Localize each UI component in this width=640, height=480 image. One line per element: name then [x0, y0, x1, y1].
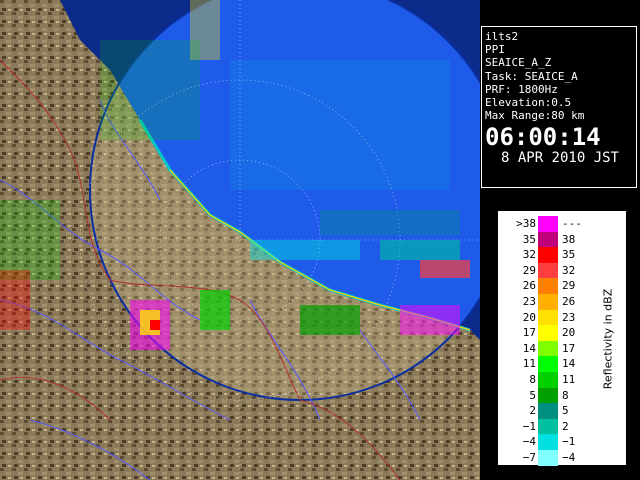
legend-low-value: −7 — [522, 450, 536, 464]
legend-row: 20 23 — [506, 309, 594, 326]
legend-rows: >38 --- 35 38 32 35 29 32 26 29 23 26 20 23 17 20 14 17 11… — [506, 216, 594, 466]
legend-low-value: −4 — [522, 435, 536, 449]
legend-color-swatch — [538, 325, 558, 341]
legend-high-value: −1 — [562, 435, 576, 449]
legend-high-value: 38 — [562, 232, 576, 246]
legend-low-value: −1 — [522, 419, 536, 433]
legend-high-value: 29 — [562, 279, 576, 293]
legend-color-swatch — [538, 278, 558, 294]
scan-date: 8 APR 2010 JST — [500, 150, 619, 167]
legend-high-value: 5 — [562, 404, 569, 418]
prf-value: PRF: 1800Hz — [485, 82, 558, 96]
legend-row: 8 11 — [506, 371, 594, 388]
legend-low-value: 8 — [529, 372, 536, 386]
station-name: ilts2 — [485, 30, 519, 43]
legend-low-value: 17 — [522, 326, 536, 340]
legend-color-swatch — [538, 216, 558, 232]
legend-row: −4 −1 — [506, 434, 594, 450]
legend-color-swatch — [538, 356, 558, 372]
legend-axis-label: Reflectivity in dBZ — [600, 221, 616, 457]
legend-high-value: 35 — [562, 248, 576, 262]
task-name: Task: SEAICE_A — [485, 69, 578, 83]
legend-high-value: 26 — [562, 294, 576, 308]
legend-color-swatch — [538, 418, 558, 435]
legend-color-swatch — [538, 340, 558, 357]
legend-low-value: 29 — [522, 263, 536, 277]
volume-name: SEAICE_A_Z — [485, 56, 552, 70]
legend-high-value: --- — [562, 217, 582, 230]
legend-color-swatch — [538, 449, 558, 466]
legend-high-value: 17 — [562, 341, 576, 355]
legend-low-value: 5 — [529, 388, 536, 402]
legend-low-value: 14 — [522, 341, 536, 355]
legend-low-value: 35 — [522, 232, 536, 246]
legend-color-swatch — [538, 371, 558, 388]
legend-high-value: 8 — [562, 388, 569, 402]
legend-color-swatch — [538, 309, 558, 326]
legend-low-value: >38 — [516, 217, 536, 230]
legend-row: −7 −4 — [506, 449, 594, 466]
legend-row: 58 — [506, 387, 594, 404]
legend-row: 17 20 — [506, 325, 594, 341]
legend-unit-label: Reflectivity in dBZ — [601, 288, 615, 390]
legend-row: 35 38 — [506, 231, 594, 248]
legend-high-value: −4 — [562, 450, 576, 464]
legend-row: 26 29 — [506, 278, 594, 294]
legend-color-swatch — [538, 262, 558, 279]
legend-low-value: 20 — [522, 310, 536, 324]
scan-mode: PPI — [485, 43, 505, 57]
legend-high-value: 14 — [562, 357, 576, 371]
reflectivity-legend: >38 --- 35 38 32 35 29 32 26 29 23 26 20 23 17 20 14 17 11… — [498, 211, 626, 466]
legend-row: 14 17 — [506, 340, 594, 357]
legend-color-swatch — [538, 403, 558, 419]
scan-time: 06:00:14 — [485, 123, 601, 152]
elevation-value: Elevation:0.5 — [485, 96, 572, 110]
legend-high-value: 32 — [562, 263, 576, 277]
radar-map — [0, 0, 480, 480]
legend-low-value: 26 — [522, 279, 536, 293]
scan-info-panel: ilts2 PPI SEAICE_A_Z Task: SEAICE_A PRF:… — [481, 26, 637, 188]
legend-high-value: 11 — [562, 372, 576, 386]
legend-color-swatch — [538, 434, 558, 450]
legend-low-value: 32 — [522, 248, 536, 262]
legend-row: 23 26 — [506, 293, 594, 310]
legend-color-swatch — [538, 231, 558, 248]
legend-color-swatch — [538, 293, 558, 310]
legend-low-value: 2 — [529, 404, 536, 418]
legend-row: −1 2 — [506, 418, 594, 435]
legend-row: 11 14 — [506, 356, 594, 372]
legend-row: >38 --- — [506, 216, 594, 232]
legend-high-value: 2 — [562, 419, 569, 433]
legend-high-value: 23 — [562, 310, 576, 324]
legend-color-swatch — [538, 387, 558, 404]
legend-row: 29 32 — [506, 262, 594, 279]
legend-color-swatch — [538, 247, 558, 263]
legend-low-value: 11 — [522, 357, 536, 371]
legend-high-value: 20 — [562, 326, 576, 340]
legend-low-value: 23 — [522, 294, 536, 308]
radar-ppi-display — [0, 0, 480, 480]
max-range-value: Max Range:80 km — [485, 109, 585, 123]
legend-row: 32 35 — [506, 247, 594, 263]
legend-row: 25 — [506, 403, 594, 419]
